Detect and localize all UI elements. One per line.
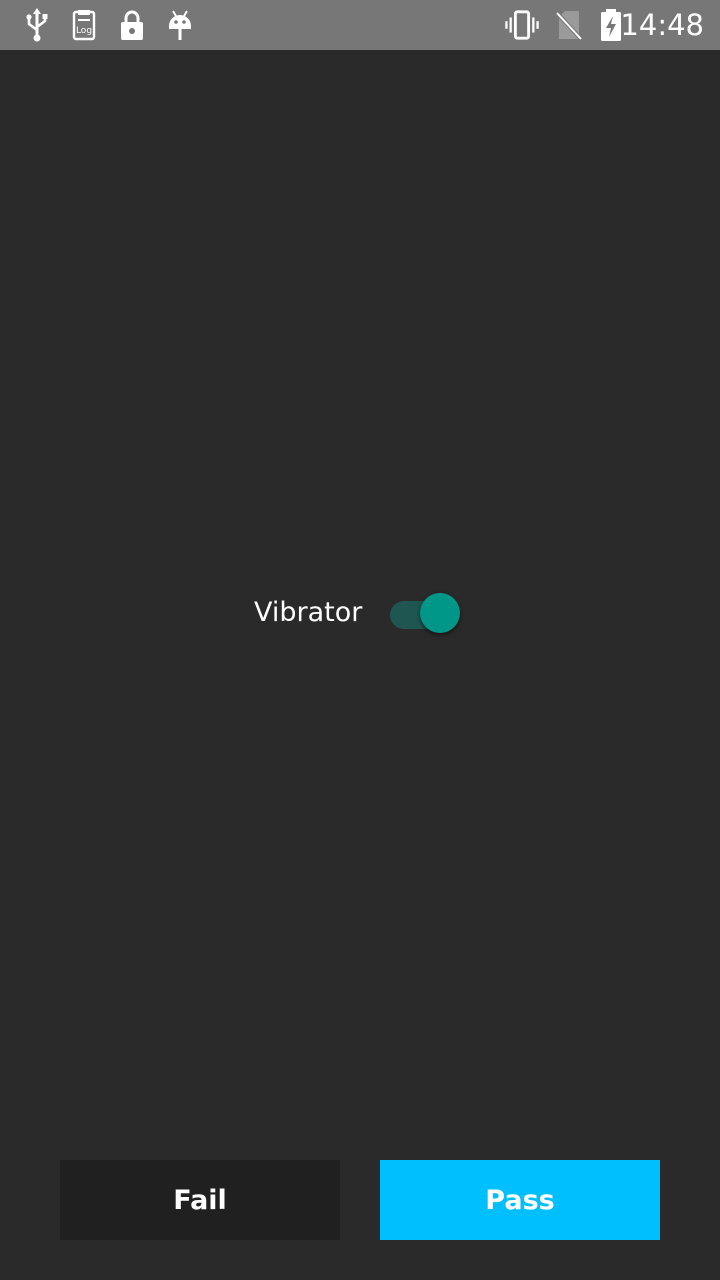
screen: Log 14:48 Vibrator Fail Pass: [0, 0, 720, 1280]
lock-icon: [115, 8, 149, 42]
log-icon: Log: [67, 8, 101, 42]
vibrator-switch[interactable]: [390, 593, 464, 633]
android-icon: [163, 8, 197, 42]
switch-thumb: [420, 593, 460, 633]
fail-button[interactable]: Fail: [60, 1160, 340, 1240]
no-sim-icon: [552, 8, 586, 42]
fail-button-label: Fail: [173, 1184, 227, 1216]
pass-button[interactable]: Pass: [380, 1160, 660, 1240]
pass-button-label: Pass: [485, 1184, 555, 1216]
status-clock: 14:48: [620, 8, 704, 42]
status-bar: Log 14:48: [0, 0, 720, 50]
vibrate-icon: [505, 8, 539, 42]
usb-icon: [20, 8, 54, 42]
svg-text:Log: Log: [76, 26, 92, 36]
vibrator-label: Vibrator: [254, 597, 363, 628]
vibrator-row: Vibrator: [254, 589, 460, 637]
